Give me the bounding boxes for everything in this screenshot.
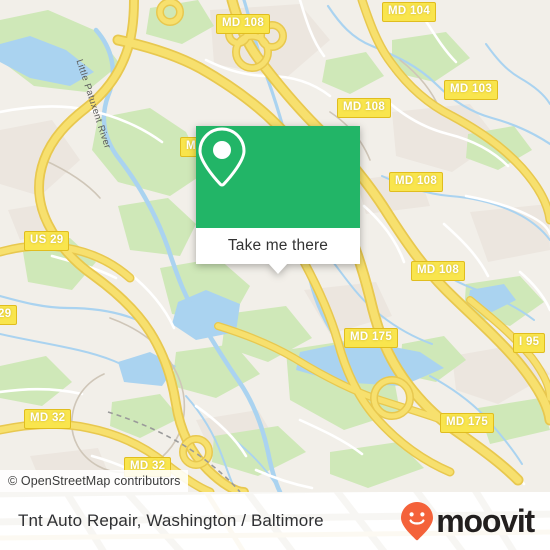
shield-md-104: MD 104 [382,2,437,22]
footer-bar: Tnt Auto Repair, Washington / Baltimore … [0,492,550,550]
shield-md-108-mid: MD 108 [389,172,444,192]
moovit-place-map-screenshot: Little Patuxent River MD 108 MD 104 MD 1… [0,0,550,550]
moovit-wordmark: moovit [436,503,535,539]
location-pin-icon [198,127,246,187]
callout-action-panel[interactable]: Take me there [196,228,360,264]
place-callout-card[interactable]: Take me there [196,126,360,274]
osm-attribution[interactable]: © OpenStreetMap contributors [0,470,188,492]
shield-md-108-upper: MD 108 [337,98,392,118]
shield-us-29: US 29 [24,231,70,251]
shield-md-32-left: MD 32 [24,409,72,429]
moovit-smiley-pin-icon [401,502,434,541]
shield-md-103: MD 103 [444,80,499,100]
take-me-there-label: Take me there [227,237,329,254]
shield-md-175-left: MD 175 [344,328,399,348]
moovit-logo[interactable]: moovit [400,492,535,550]
callout-icon-panel [196,126,360,228]
map-canvas[interactable]: Little Patuxent River MD 108 MD 104 MD 1… [0,0,550,492]
shield-md-108-lower: MD 108 [411,261,466,281]
shield-29-clipped: 29 [0,305,18,325]
place-title: Tnt Auto Repair, Washington / Baltimore [18,511,324,530]
shield-i-95: I 95 [513,333,546,353]
callout-pointer-tail [268,263,288,274]
shield-md-108-top: MD 108 [216,14,271,34]
shield-md-175-right: MD 175 [440,413,495,433]
